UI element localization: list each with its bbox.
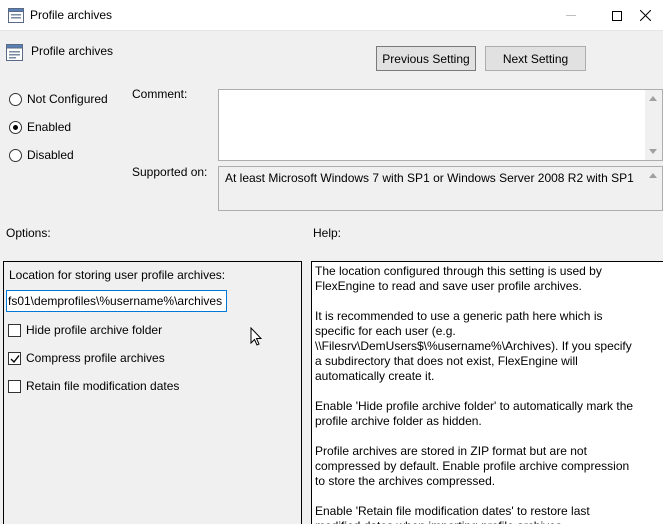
scroll-up-icon[interactable] — [649, 173, 657, 178]
options-heading: Options: — [6, 226, 51, 240]
compress-archives-option[interactable]: Compress profile archives — [8, 350, 165, 366]
profile-archive-path-input[interactable]: fs01\demprofiles\%username%\archives — [6, 290, 227, 312]
hide-archive-folder-option[interactable]: Hide profile archive folder — [8, 322, 162, 338]
close-icon — [640, 10, 651, 21]
help-heading: Help: — [313, 226, 342, 240]
scroll-down-icon[interactable] — [649, 149, 657, 154]
maximize-button[interactable] — [594, 0, 640, 31]
checkbox-label: Compress profile archives — [26, 351, 165, 365]
help-paragraph: It is recommended to use a generic path … — [315, 309, 632, 383]
title-bar: Profile archives — [0, 0, 663, 31]
policy-settings-icon — [8, 8, 24, 23]
supported-on-box: At least Microsoft Windows 7 with SP1 or… — [218, 166, 663, 211]
retain-dates-checkbox[interactable] — [8, 379, 21, 393]
hide-archive-folder-checkbox[interactable] — [8, 323, 21, 337]
checkmark-icon — [10, 354, 20, 363]
radio-label: Disabled — [27, 148, 74, 162]
radio-button[interactable] — [9, 120, 22, 134]
mouse-cursor-icon — [250, 327, 262, 346]
supported-on-label: Supported on: — [132, 165, 208, 179]
radio-button[interactable] — [9, 92, 22, 106]
help-paragraph: Enable 'Retain file modification dates' … — [315, 504, 590, 524]
help-paragraph: The location configured through this set… — [315, 264, 602, 293]
comment-label: Comment: — [132, 87, 188, 101]
radio-not-configured[interactable]: Not Configured — [9, 91, 108, 107]
close-button[interactable] — [640, 0, 663, 31]
policy-settings-icon — [6, 44, 23, 61]
scroll-up-icon[interactable] — [649, 96, 657, 101]
radio-button[interactable] — [9, 148, 22, 162]
retain-dates-option[interactable]: Retain file modification dates — [8, 378, 179, 394]
supported-on-value: At least Microsoft Windows 7 with SP1 or… — [225, 171, 634, 185]
help-panel: The location configured through this set… — [311, 261, 663, 524]
location-label: Location for storing user profile archiv… — [9, 268, 226, 282]
radio-enabled[interactable]: Enabled — [9, 119, 71, 135]
checkbox-label: Hide profile archive folder — [26, 323, 163, 337]
minimize-button[interactable] — [548, 0, 594, 31]
window-title: Profile archives — [30, 8, 113, 22]
radio-label: Not Configured — [27, 92, 108, 106]
checkbox-label: Retain file modification dates — [26, 379, 180, 393]
setting-title: Profile archives — [31, 44, 114, 58]
next-setting-button[interactable]: Next Setting — [485, 46, 586, 71]
comment-textarea[interactable] — [218, 89, 663, 161]
supported-scrollbar[interactable] — [645, 167, 662, 210]
help-paragraph: Enable 'Hide profile archive folder' to … — [315, 399, 634, 428]
comment-scrollbar[interactable] — [645, 90, 662, 160]
help-paragraph: Profile archives are stored in ZIP forma… — [315, 444, 630, 488]
minimize-icon — [566, 15, 576, 16]
maximize-icon — [612, 10, 622, 21]
radio-disabled[interactable]: Disabled — [9, 147, 74, 163]
radio-label: Enabled — [27, 120, 72, 134]
compress-archives-checkbox[interactable] — [8, 351, 21, 365]
previous-setting-button[interactable]: Previous Setting — [376, 46, 476, 71]
